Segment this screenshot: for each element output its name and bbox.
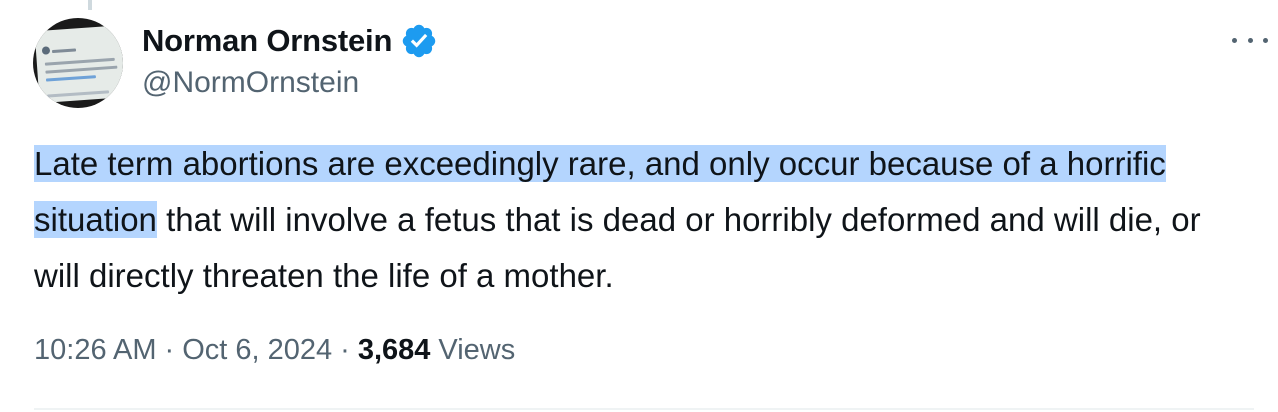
tweet-date[interactable]: Oct 6, 2024 [182, 334, 332, 367]
tweet-text-rest: that will involve a fetus that is dead o… [34, 201, 1201, 294]
tweet-time[interactable]: 10:26 AM [34, 334, 157, 367]
divider [34, 408, 1254, 410]
author-name-row: Norman Ornstein [142, 22, 438, 60]
thread-connector-line [88, 0, 92, 10]
author-display-name[interactable]: Norman Ornstein [142, 23, 392, 59]
meta-separator: · [340, 334, 350, 366]
tweet-metadata: 10:26 AM · Oct 6, 2024 · 3,684 Views [34, 334, 515, 367]
views-label: Views [438, 334, 516, 366]
avatar-image [34, 24, 123, 104]
verified-badge-icon[interactable] [400, 22, 438, 60]
tweet-card: Norman Ornstein @NormOrnstein Late term … [0, 0, 1278, 412]
more-options-icon[interactable] [1232, 26, 1268, 54]
avatar[interactable] [33, 18, 123, 108]
tweet-text: Late term abortions are exceedingly rare… [34, 136, 1254, 304]
meta-separator: · [164, 334, 175, 366]
views-count: 3,684 [357, 334, 431, 366]
author-handle[interactable]: @NormOrnstein [142, 66, 359, 100]
